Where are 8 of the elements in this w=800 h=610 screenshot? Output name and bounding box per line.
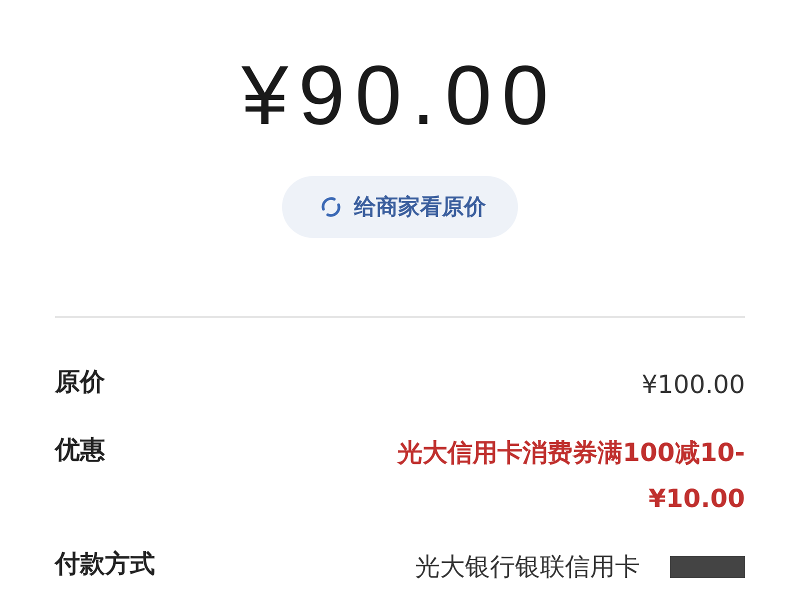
detail-label: 优惠	[55, 434, 105, 466]
detail-value: ¥100.00	[642, 369, 745, 401]
detail-label: 原价	[55, 366, 105, 398]
view-original-price-button[interactable]: 给商家看原价	[282, 176, 518, 238]
detail-value: 光大信用卡消费券满100减10-¥10.00	[396, 437, 745, 515]
payment-amount: ¥90.00	[242, 50, 558, 140]
detail-label: 付款方式	[55, 548, 155, 580]
detail-value: 光大银行银联信用卡	[415, 551, 640, 583]
